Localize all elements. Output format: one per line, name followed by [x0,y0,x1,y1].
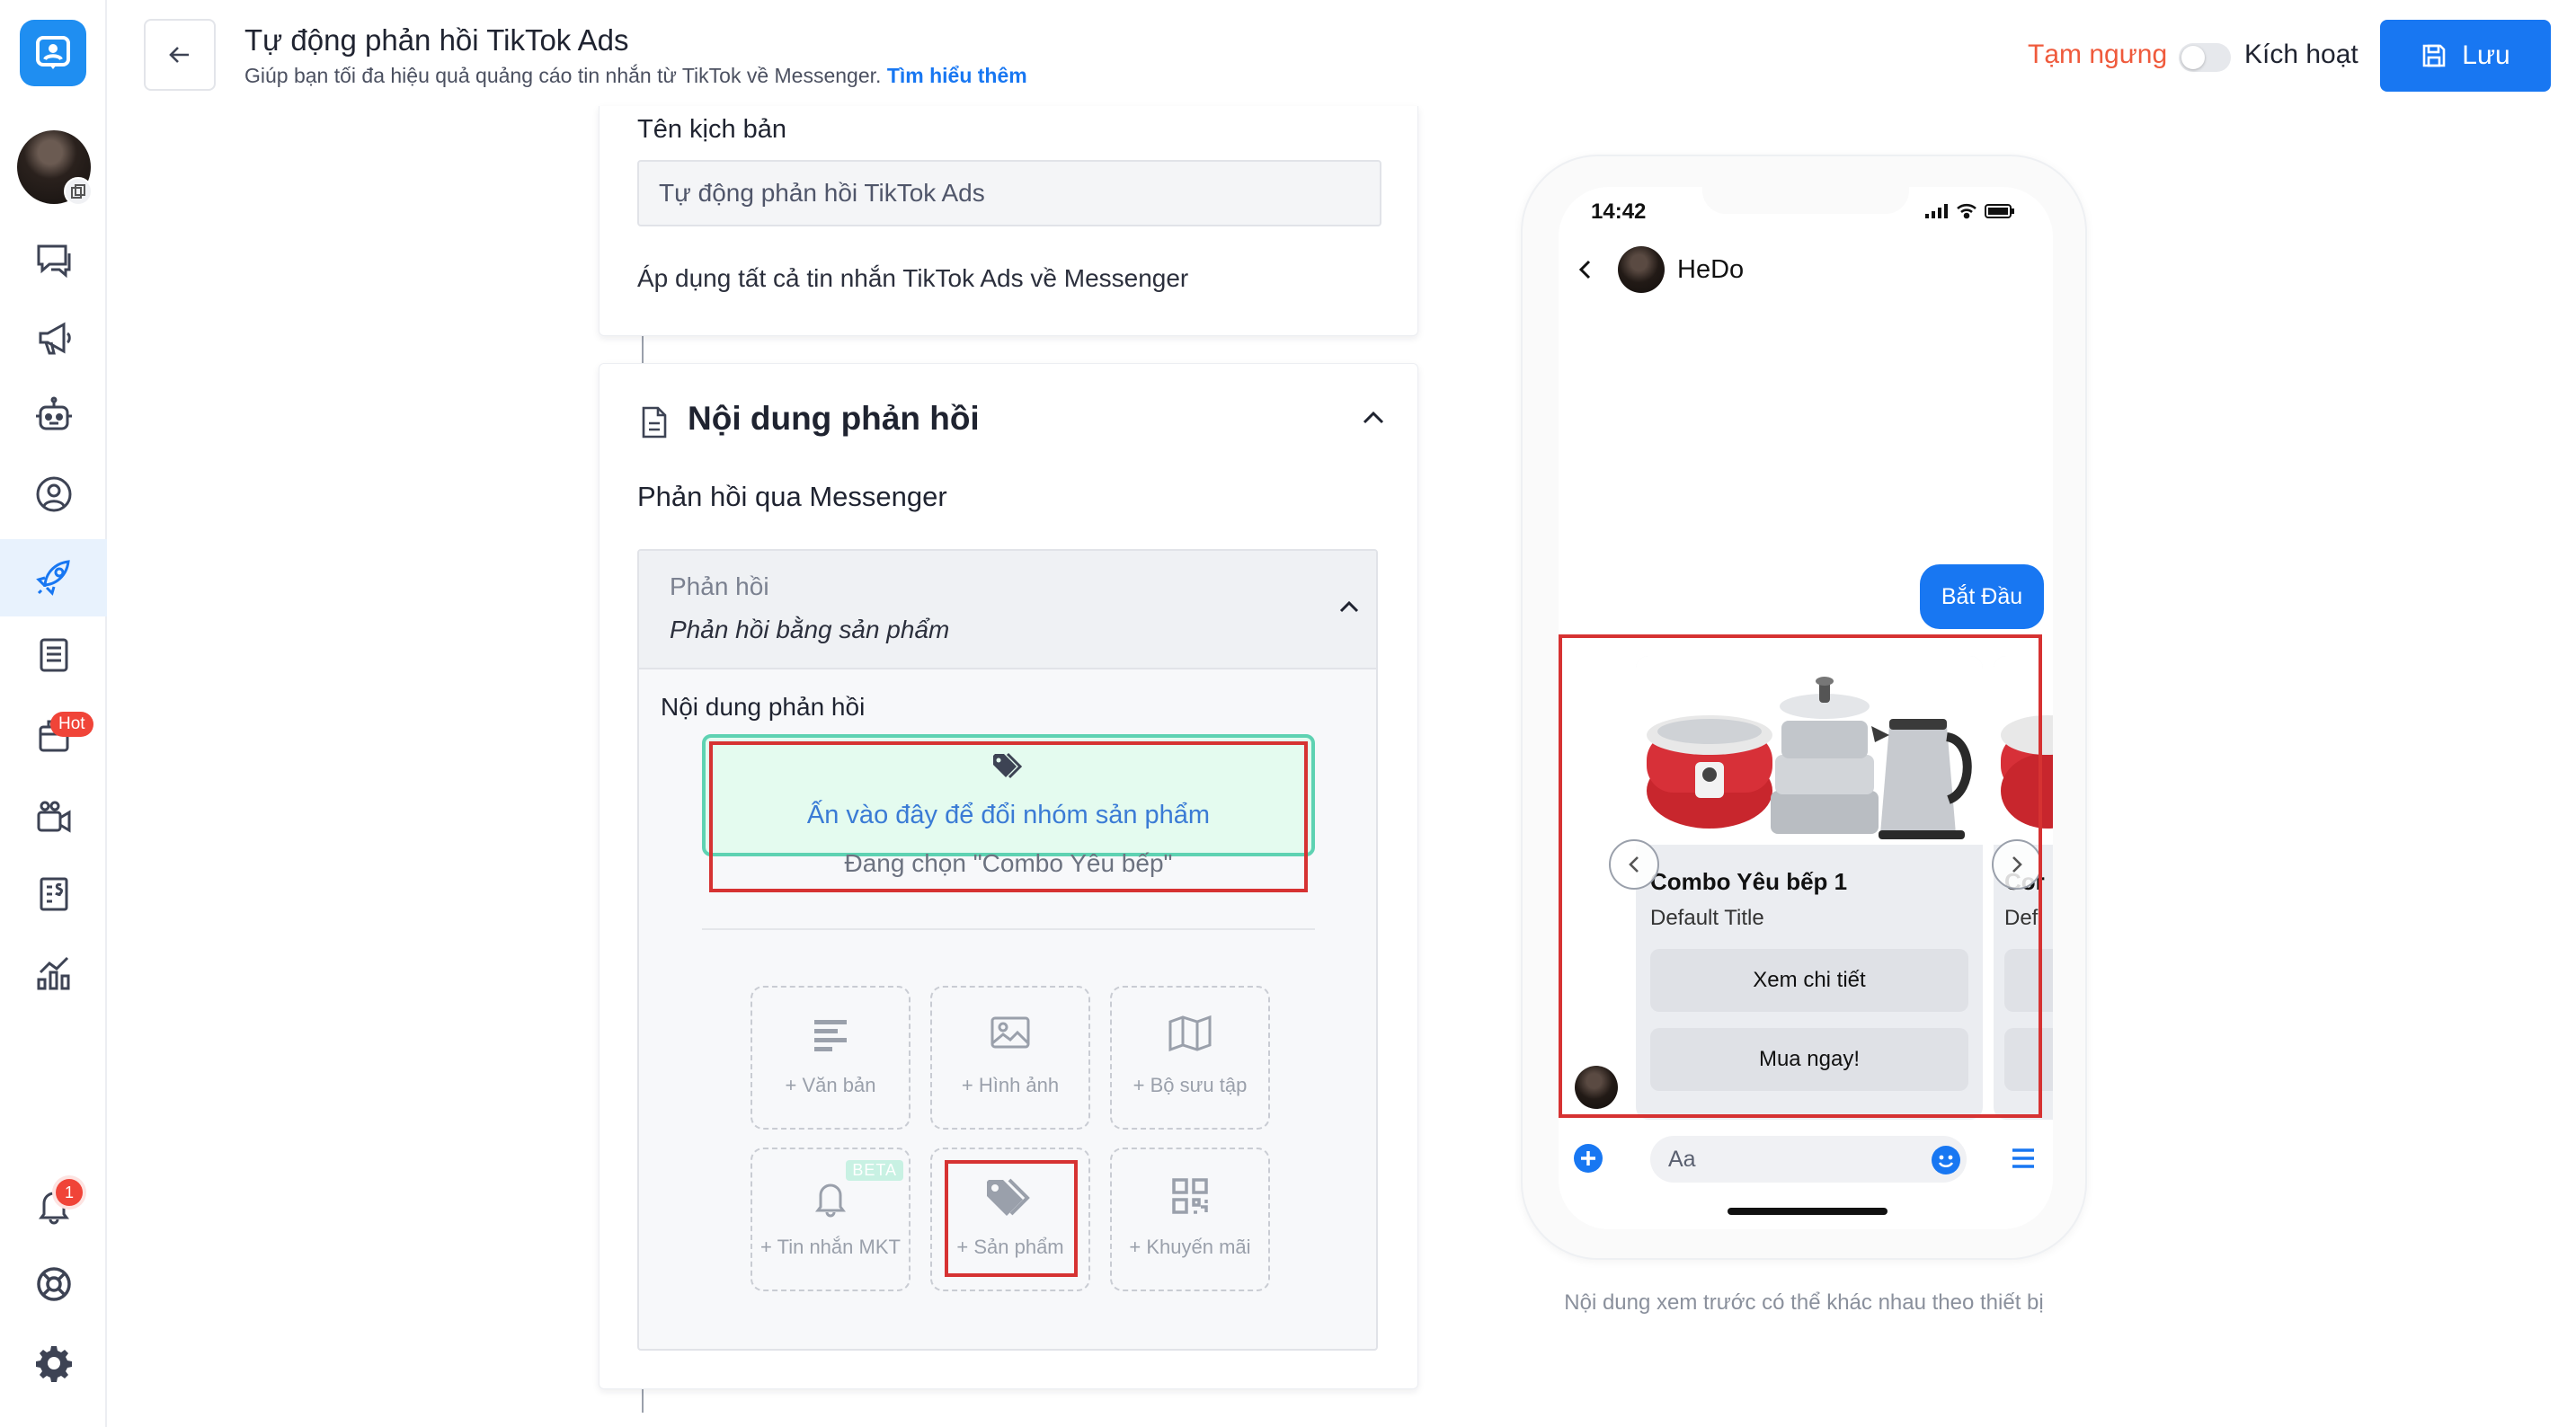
qr-icon [1172,1178,1208,1214]
start-bubble: Bắt Đầu [1920,564,2044,629]
apply-description: Áp dụng tất cả tin nhắn TikTok Ads về Me… [637,264,1189,292]
active-label: Kích hoạt [2244,40,2358,69]
box-icon[interactable]: Hot [0,697,107,775]
avatar[interactable] [17,130,93,206]
content-label: Nội dung phản hồi [661,693,866,721]
wifi-icon [1957,203,1976,219]
reply-value: Phản hồi bằng sản phẩm [670,616,950,643]
add-collection-tile[interactable]: + Bộ sưu tập [1110,986,1270,1130]
signal-icon [1925,204,1948,218]
rocket-icon[interactable] [0,539,107,616]
emoji-icon[interactable] [1931,1145,1961,1175]
arrow-left-icon [169,47,189,63]
video-icon[interactable] [0,778,107,855]
add-image-tile[interactable]: + Hình ảnh [930,986,1090,1130]
phone-notch [1702,187,1909,214]
home-indicator [1728,1208,1888,1215]
response-type-header[interactable]: Phản hồi Phản hồi bằng sản phẩm [639,551,1376,669]
response-box: Phản hồi Phản hồi bằng sản phẩm Nội dung… [637,549,1378,1351]
contact-avatar [1618,246,1665,293]
pause-label: Tạm ngưng [2028,40,2168,69]
chat-icon[interactable] [0,221,107,298]
help-icon[interactable] [0,1245,107,1323]
page-title: Tự động phản hồi TikTok Ads [244,23,629,57]
channel-title: Phản hồi qua Messenger [637,481,947,512]
hot-badge: Hot [50,712,93,737]
user-icon[interactable] [0,456,107,533]
learn-more-link[interactable]: Tìm hiểu thêm [887,64,1027,87]
bot-icon[interactable] [0,377,107,455]
back-button[interactable] [144,19,216,91]
notification-count: 1 [56,1179,83,1206]
timeline-line [642,1389,644,1413]
megaphone-icon[interactable] [0,299,107,377]
save-icon [2422,44,2446,67]
add-text-tile[interactable]: + Văn bản [751,986,910,1130]
add-promotion-tile[interactable]: + Khuyến mãi [1110,1148,1270,1291]
contact-name: HeDo [1677,255,1745,284]
subtitle-text: Giúp bạn tối đa hiệu quả quảng cáo tin n… [244,64,882,87]
chevron-up-icon[interactable] [1362,411,1385,425]
image-icon [990,1016,1030,1049]
sidebar: Hot 1 [0,0,107,1427]
battery-icon [1985,204,2014,218]
gear-icon[interactable] [0,1325,107,1402]
status-time: 14:42 [1591,199,1647,224]
save-label: Lưu [2462,40,2510,70]
scenario-name-input[interactable]: Tự động phản hồi TikTok Ads [637,160,1381,226]
tile-label: + Văn bản [785,1074,876,1096]
scenario-name-label: Tên kịch bản [637,115,787,144]
document-list-icon[interactable] [0,616,107,694]
page-subtitle: Giúp bạn tối đa hiệu quả quảng cáo tin n… [244,64,1027,88]
status-icons [1925,203,2015,219]
scenario-card: Tên kịch bản Tự động phản hồi TikTok Ads… [599,106,1418,336]
text-icon [814,1020,847,1051]
highlight-box [945,1160,1078,1277]
highlight-box [709,741,1308,892]
document-icon [642,406,667,439]
bell-icon[interactable]: 1 [0,1166,107,1244]
logo-icon[interactable] [20,20,86,86]
divider [702,928,1315,930]
add-mkt-message-tile[interactable]: BETA + Tin nhắn MKT [751,1148,910,1291]
analytics-icon[interactable] [0,935,107,1012]
preview-note: Nội dung xem trước có thể khác nhau theo… [1564,1290,2044,1315]
message-input[interactable]: Aa [1650,1136,1967,1183]
message-input-bar: Aa [1559,1127,2053,1190]
save-button[interactable]: Lưu [2380,20,2551,92]
section-title: Nội dung phản hồi [688,400,980,437]
bell-icon [815,1183,846,1218]
map-icon [1168,1015,1212,1052]
menu-icon[interactable] [2010,1145,2037,1172]
chevron-up-icon[interactable] [1338,599,1360,614]
chevron-left-icon[interactable] [1577,259,1593,280]
active-toggle[interactable] [2179,43,2231,72]
plus-icon[interactable] [1573,1143,1603,1174]
tile-label: + Bộ sưu tập [1133,1074,1248,1096]
reply-label: Phản hồi [670,572,769,600]
timeline-line [642,336,644,363]
tile-label: + Hình ảnh [961,1074,1060,1096]
tile-label: + Tin nhắn MKT [760,1236,901,1258]
toggle-knob [2181,46,2205,69]
highlight-box [1559,634,2042,1118]
response-card: Nội dung phản hồi Phản hồi qua Messenger… [599,363,1418,1389]
tile-label: + Khuyến mãi [1129,1236,1251,1258]
pages-icon [64,177,93,206]
invoice-icon[interactable] [0,855,107,933]
